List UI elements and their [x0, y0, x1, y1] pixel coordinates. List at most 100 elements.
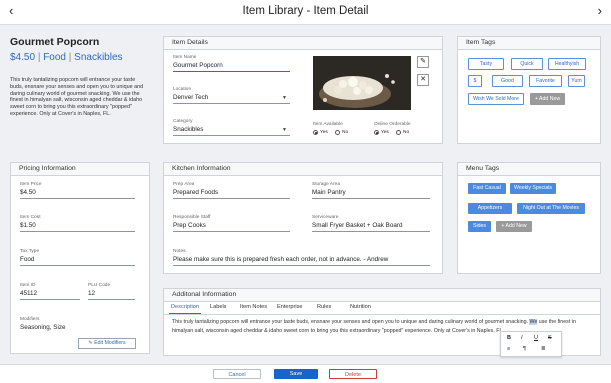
panel-title: Item Details — [164, 37, 442, 50]
add-menu-tag-button[interactable]: + Add New — [496, 221, 532, 232]
field-underline — [173, 103, 290, 104]
available-no-radio[interactable] — [335, 130, 340, 135]
menu-tag-chip[interactable]: Weekly Specials — [510, 183, 556, 194]
staff-field[interactable]: Prep Cooks — [173, 222, 206, 229]
tab-description[interactable]: Description — [169, 304, 201, 314]
add-tag-button[interactable]: + Add New — [530, 93, 565, 105]
tag-chip[interactable]: Good — [492, 75, 523, 87]
tag-chip[interactable]: Yum — [568, 75, 585, 87]
field-underline — [20, 265, 135, 266]
description-text: This truly tantalizing popcorn will entr… — [172, 319, 530, 325]
price-category-line: $4.50 | Food | Snackibles — [10, 52, 123, 63]
panel-title: Menu Tags — [458, 163, 600, 176]
forward-arrow-icon[interactable]: › — [598, 3, 602, 19]
footer-bar: Cancel Save Delete — [0, 364, 611, 383]
plu-field[interactable]: 12 — [88, 290, 95, 297]
storage-area-label: Storage Area — [312, 182, 341, 187]
tag-chip[interactable]: Quick — [511, 58, 543, 70]
paragraph-icon[interactable]: ¶ — [523, 346, 526, 352]
tab-rules[interactable]: Rules — [317, 304, 331, 310]
price-field[interactable]: $4.50 — [20, 189, 36, 196]
field-underline — [20, 299, 80, 300]
tax-label: Tax Type — [20, 249, 40, 254]
tab-labels[interactable]: Labels — [210, 304, 226, 310]
serviceware-field[interactable]: Small Fryer Basket + Oak Board — [312, 222, 402, 229]
delete-button[interactable]: Delete — [329, 369, 377, 379]
edit-modifiers-label: Edit Modifiers — [94, 340, 126, 346]
tag-chip[interactable]: $ — [468, 75, 482, 87]
summary-description: This truly tantalizing popcorn will entr… — [10, 77, 144, 117]
separator: | — [37, 52, 41, 63]
menu-tag-chip[interactable]: Fast Casual — [468, 183, 506, 194]
no-label: No — [342, 130, 349, 135]
pricing-panel: Pricing Information Item Price $4.50 Ite… — [10, 162, 150, 354]
category-select[interactable]: Snackibles — [173, 126, 203, 133]
tax-select[interactable]: Food — [20, 256, 34, 263]
underline-icon[interactable]: U — [534, 335, 538, 341]
separator: | — [68, 52, 72, 63]
list-icon[interactable]: ≡ — [507, 346, 510, 352]
panel-title: Item Tags — [458, 37, 600, 50]
bold-icon[interactable]: B — [507, 335, 511, 341]
format-toolbar: B I U S ≡ ¶ ≣ — [500, 331, 562, 357]
popcorn-image — [313, 56, 411, 110]
tab-bar: Description Labels Item Notes Enterprise… — [164, 302, 600, 315]
tab-item-notes[interactable]: Item Notes — [240, 304, 267, 310]
align-icon[interactable]: ≣ — [541, 346, 546, 352]
item-name-heading: Gourmet Popcorn — [10, 36, 100, 48]
yes-label: Yes — [320, 130, 328, 135]
online-no-radio[interactable] — [396, 130, 401, 135]
menu-tag-chip[interactable]: Sides — [468, 221, 491, 232]
menu-tags-panel: Menu Tags Fast Casual Weekly Specials Ap… — [457, 162, 601, 274]
strikethrough-icon[interactable]: S — [548, 335, 552, 341]
cost-field[interactable]: $1.50 — [20, 222, 36, 229]
chevron-down-icon[interactable]: ▼ — [282, 127, 287, 133]
tag-chip[interactable]: Healthyish — [548, 58, 586, 70]
available-yes-radio[interactable] — [313, 130, 318, 135]
tag-chip[interactable]: Tasty — [468, 58, 504, 70]
kitchen-panel: Kitchen Information Prep Area Prepared F… — [163, 162, 443, 274]
category-label: Category — [173, 119, 193, 124]
no-label: No — [403, 130, 410, 135]
prep-area-field[interactable]: Prepared Foods — [173, 189, 218, 196]
field-underline — [173, 71, 290, 72]
plu-label: PLU Code — [88, 283, 111, 288]
staff-label: Responsible Staff — [173, 215, 211, 220]
item-name-label: Item Name — [173, 55, 197, 60]
save-button[interactable]: Save — [274, 369, 318, 379]
online-label: Online Orderable — [374, 122, 411, 127]
price-label: Item Price — [20, 182, 42, 187]
online-yes-radio[interactable] — [374, 130, 379, 135]
notes-label: Notes — [173, 249, 186, 254]
field-underline — [173, 135, 290, 136]
tag-chip[interactable]: Favorite — [529, 75, 562, 87]
available-label: Item Available — [313, 122, 343, 127]
panel-title: Kitchen Information — [164, 163, 442, 176]
cancel-button[interactable]: Cancel — [213, 369, 261, 379]
tab-nutrition[interactable]: Nutrition — [350, 304, 371, 310]
modifiers-label: Modifiers — [20, 317, 40, 322]
menu-tag-chip[interactable]: Night Out at The Movies — [517, 203, 585, 214]
remove-photo-icon[interactable]: ✕ — [417, 74, 429, 86]
panel-title: Additonal Information — [164, 289, 600, 302]
field-underline — [312, 231, 430, 232]
location-select[interactable]: Denver Tech — [173, 94, 208, 101]
storage-area-field[interactable]: Main Pantry — [312, 189, 346, 196]
tab-enterprise[interactable]: Enterprise — [277, 304, 303, 310]
notes-field[interactable]: Please make sure this is prepared fresh … — [173, 256, 388, 263]
field-underline — [20, 231, 135, 232]
edit-modifiers-button[interactable]: ✎ Edit Modifiers — [78, 338, 136, 349]
item-photo — [313, 56, 411, 110]
top-bar: ‹ Item Library - Item Detail › — [0, 0, 611, 25]
additional-info-panel: Additonal Information Description Labels… — [163, 288, 601, 357]
item-id-field[interactable]: 45112 — [20, 290, 37, 297]
modifiers-field[interactable]: Seasoning, Size — [20, 324, 66, 331]
field-underline — [173, 198, 290, 199]
tag-chip[interactable]: Wish We Sold More — [468, 93, 524, 105]
item-name-field[interactable]: Gourmet Popcorn — [173, 62, 223, 69]
italic-icon[interactable]: I — [521, 335, 523, 341]
menu-tag-chip[interactable]: Appetizers — [468, 203, 512, 214]
edit-photo-icon[interactable]: ✎ — [417, 56, 429, 68]
chevron-down-icon[interactable]: ▼ — [282, 95, 287, 101]
pencil-icon: ✎ — [88, 340, 93, 346]
